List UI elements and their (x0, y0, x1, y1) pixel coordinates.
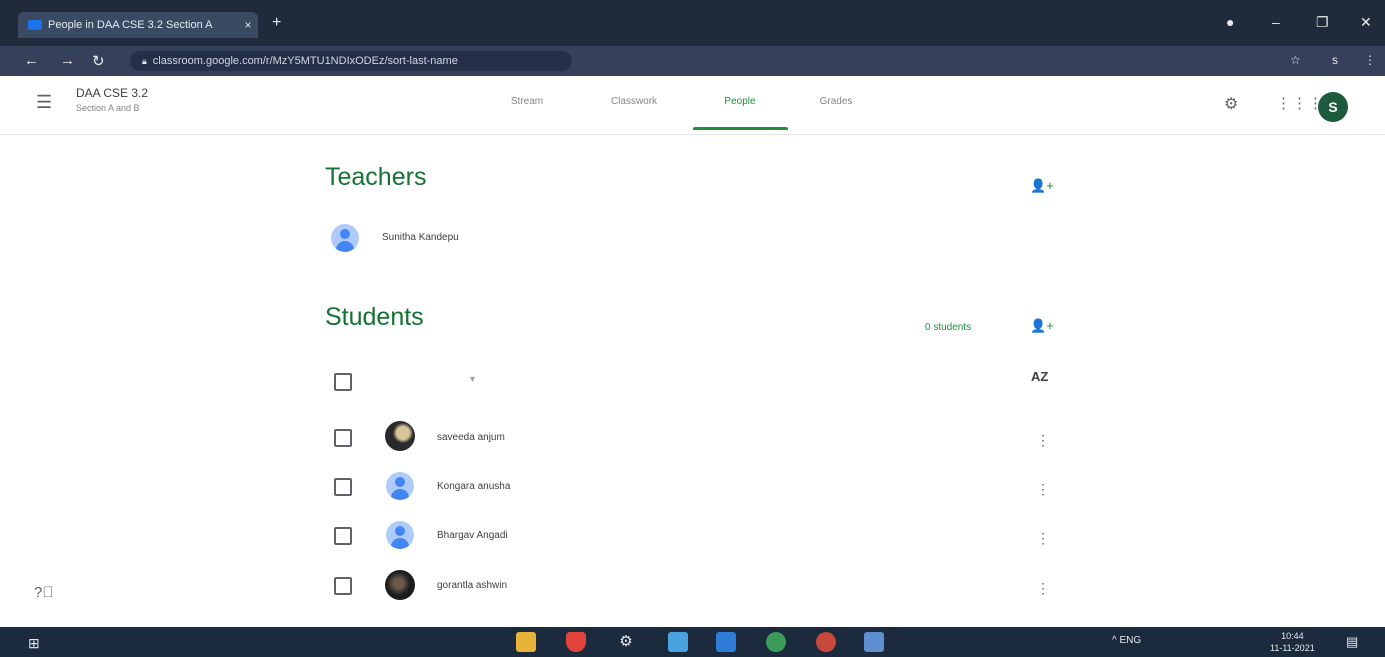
student-photo-avatar (385, 421, 415, 451)
vscode-icon[interactable] (716, 632, 736, 652)
bookmark-star-icon[interactable]: ☆ (1290, 53, 1301, 67)
hamburger-menu-icon[interactable]: ☰ (36, 92, 52, 113)
tab-classwork[interactable]: Classwork (594, 96, 674, 107)
tab-close-icon[interactable]: × (238, 18, 258, 32)
student-default-avatar (386, 521, 414, 549)
select-all-checkbox[interactable] (334, 373, 352, 391)
profile-icon[interactable]: s (1332, 53, 1338, 67)
student-count: 0 students (925, 322, 972, 333)
account-avatar[interactable]: S (1318, 92, 1348, 122)
student-checkbox[interactable] (334, 527, 352, 545)
settings-gear-icon[interactable]: ⚙ (1224, 94, 1238, 114)
profile-circle-icon[interactable]: ● (1226, 14, 1234, 30)
students-heading: Students (325, 303, 424, 331)
chrome-icon[interactable] (766, 632, 786, 652)
notification-center-icon[interactable]: ▤ (1346, 634, 1358, 650)
close-window-button[interactable]: ✕ (1360, 14, 1372, 31)
back-arrow-icon[interactable]: ← (24, 52, 39, 69)
help-icon[interactable]: ?⃝ (34, 584, 54, 601)
more-options-icon[interactable]: ⋮ (1036, 580, 1050, 597)
more-options-icon[interactable]: ⋮ (1036, 481, 1050, 498)
restore-button[interactable]: ❐ (1316, 14, 1329, 31)
teacher-avatar (331, 224, 359, 252)
student-name[interactable]: Kongara anusha (437, 481, 510, 492)
sort-az-button[interactable]: AZ (1031, 369, 1048, 384)
address-bar-row: ← → ↻ 🔒︎ classroom.google.com/r/MzY5MTU1N… (0, 46, 1385, 76)
teacher-name: Sunitha Kandepu (382, 232, 459, 243)
system-tray-text[interactable]: ^ ENG (1112, 635, 1141, 646)
app-header: ☰ DAA CSE 3.2 Section A and B Stream Cla… (0, 76, 1385, 135)
class-section: Section A and B (76, 103, 140, 113)
browser-menu-icon[interactable]: ⋮ (1364, 53, 1376, 67)
file-explorer-icon[interactable] (516, 632, 536, 652)
chrome-active-icon[interactable] (816, 632, 836, 652)
student-name[interactable]: gorantla ashwin (437, 580, 507, 591)
forward-arrow-icon[interactable]: → (60, 52, 75, 69)
minimize-button[interactable]: – (1272, 14, 1280, 30)
more-options-icon[interactable]: ⋮ (1036, 432, 1050, 449)
lock-icon: 🔒︎ (142, 56, 147, 66)
tab-people[interactable]: People (708, 96, 772, 107)
url-text: classroom.google.com/r/MzY5MTU1NDIxODEz/… (152, 55, 458, 67)
settings-gear-icon[interactable]: ⚙ (616, 632, 636, 652)
new-tab-button[interactable]: + (272, 14, 281, 32)
brave-browser-icon[interactable] (566, 632, 586, 652)
tab-title: People in DAA CSE 3.2 Section A (48, 19, 213, 31)
clock-time: 10:44 (1281, 631, 1304, 641)
actions-dropdown-caret-icon[interactable]: ▾ (470, 374, 475, 385)
browser-tab[interactable]: People in DAA CSE 3.2 Section A × (18, 12, 258, 38)
invite-teacher-icon[interactable]: 👤+ (1030, 178, 1054, 194)
student-checkbox[interactable] (334, 478, 352, 496)
more-options-icon[interactable]: ⋮ (1036, 530, 1050, 547)
class-name[interactable]: DAA CSE 3.2 (76, 86, 148, 100)
taskbar-clock[interactable]: 10:44 11-11-2021 (1270, 630, 1315, 654)
tab-grades[interactable]: Grades (806, 96, 866, 107)
invite-student-icon[interactable]: 👤+ (1030, 318, 1054, 334)
student-checkbox[interactable] (334, 577, 352, 595)
url-field[interactable]: 🔒︎ classroom.google.com/r/MzY5MTU1NDIxODE… (130, 51, 572, 71)
windows-start-icon[interactable]: ⊞ (28, 635, 40, 652)
student-checkbox[interactable] (334, 429, 352, 447)
apps-grid-icon[interactable]: ⋮⋮⋮ (1276, 94, 1324, 112)
student-name[interactable]: saveeda anjum (437, 432, 505, 443)
student-default-avatar (386, 472, 414, 500)
student-name[interactable]: Bhargav Angadi (437, 530, 508, 541)
reload-icon[interactable]: ↻ (92, 52, 105, 70)
messaging-app-icon[interactable] (668, 632, 688, 652)
teachers-heading: Teachers (325, 163, 427, 191)
photos-app-icon[interactable] (864, 632, 884, 652)
student-photo-avatar (385, 570, 415, 600)
active-tab-indicator (693, 127, 788, 130)
windows-taskbar: ⊞ ⚙ ^ ENG 10:44 11-11-2021 ▤ (0, 627, 1385, 657)
tab-stream[interactable]: Stream (497, 96, 557, 107)
clock-date: 11-11-2021 (1270, 643, 1315, 653)
classroom-favicon-icon (28, 20, 42, 30)
browser-tab-bar: People in DAA CSE 3.2 Section A × + ● – … (0, 0, 1385, 46)
